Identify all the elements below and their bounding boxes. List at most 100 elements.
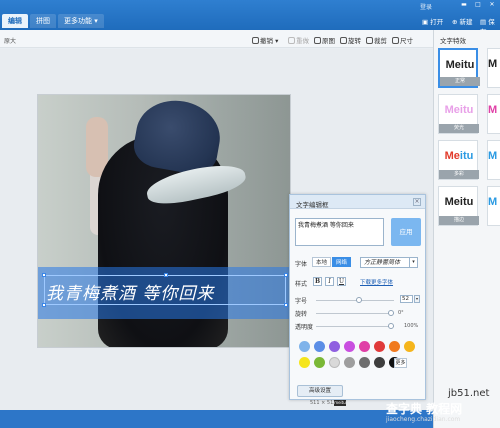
color-swatch[interactable]	[299, 357, 310, 368]
rotate-handle[interactable]	[164, 273, 168, 277]
bold-button[interactable]: B	[313, 277, 322, 286]
overlay-text[interactable]: 我青梅煮酒 等你回来	[46, 279, 286, 304]
advanced-settings-button[interactable]: 高级设置	[297, 385, 343, 397]
style-label: 样式	[295, 281, 308, 288]
effect-logo: M	[488, 58, 498, 70]
effect-logo: Meitu	[444, 104, 474, 116]
italic-button[interactable]: I	[325, 277, 334, 286]
chevron-down-icon[interactable]: ▾	[414, 295, 420, 303]
redo-icon	[288, 37, 295, 44]
maximize-icon[interactable]: □	[474, 2, 482, 8]
brand-tag: meitu	[334, 399, 346, 406]
color-swatch[interactable]	[329, 357, 340, 368]
redo-label: 重做	[296, 37, 309, 45]
effect-partial-4[interactable]: M	[487, 186, 500, 226]
close-window-icon[interactable]: ✕	[488, 2, 496, 8]
rotate-label: 旋转	[348, 37, 361, 45]
color-swatch[interactable]	[374, 357, 385, 368]
color-swatch[interactable]	[359, 357, 370, 368]
slider-knob[interactable]	[388, 310, 394, 316]
color-swatch[interactable]	[329, 341, 340, 352]
chevron-down-icon: ▾	[409, 258, 417, 267]
effect-outline[interactable]: Meitu 描边	[438, 186, 479, 226]
effect-colorful[interactable]: Meitu 多彩	[438, 140, 479, 180]
opacity-slider[interactable]	[316, 323, 394, 329]
rotate-icon	[340, 37, 347, 44]
font-size-label: 字号	[295, 298, 308, 305]
plus-icon: ⊕	[452, 18, 458, 26]
color-swatch[interactable]	[344, 357, 355, 368]
color-swatch[interactable]	[314, 341, 325, 352]
effect-logo: M	[488, 150, 498, 162]
color-swatch[interactable]	[404, 341, 415, 352]
font-label: 字体	[295, 261, 308, 268]
undo-icon	[252, 37, 259, 44]
rotation-label: 旋转	[295, 311, 308, 318]
color-swatch[interactable]	[299, 341, 310, 352]
rotate-button[interactable]: 旋转	[340, 35, 361, 45]
color-swatch[interactable]	[359, 341, 370, 352]
open-button[interactable]: ▣ 打开	[422, 16, 443, 26]
font-tab-online[interactable]: 网络	[332, 257, 352, 267]
effect-glow[interactable]: Meitu 荧光	[438, 94, 479, 134]
crop-button[interactable]: 裁剪	[366, 35, 387, 45]
effect-label: 荧光	[439, 124, 479, 133]
new-button[interactable]: ⊕ 新建	[452, 16, 473, 26]
bottom-bar	[0, 410, 433, 428]
undo-label: 撤销 ▾	[260, 37, 279, 45]
font-select[interactable]: 方正静蕾简体 ▾	[360, 257, 418, 268]
login-link[interactable]: 登录	[420, 2, 432, 11]
resize-button[interactable]: 尺寸	[392, 35, 413, 45]
crop-label: 裁剪	[374, 37, 387, 45]
tab-edit[interactable]: 编辑	[2, 14, 28, 28]
effect-logo: Meitu	[445, 59, 475, 71]
download-fonts-link[interactable]: 下载更多字体	[360, 278, 393, 286]
save-icon: ▤	[480, 18, 487, 26]
rotation-slider[interactable]	[316, 310, 394, 316]
color-swatch[interactable]	[344, 341, 355, 352]
text-content-input[interactable]: 我青梅煮酒 等你回来	[295, 218, 384, 246]
dialog-header[interactable]: 文字编辑框 ×	[290, 195, 425, 209]
color-swatch[interactable]	[314, 357, 325, 368]
zoom-level[interactable]: 原大	[4, 36, 16, 45]
font-select-value: 方正静蕾简体	[364, 259, 401, 266]
close-icon[interactable]: ×	[413, 198, 421, 206]
opacity-label: 透明度	[295, 324, 314, 331]
apply-button[interactable]: 应用	[391, 218, 421, 246]
resize-handle-tr[interactable]	[284, 273, 288, 277]
effect-normal[interactable]: Meitu 正常	[438, 48, 480, 88]
font-size-input[interactable]: 52	[400, 295, 413, 303]
slider-knob[interactable]	[356, 297, 362, 303]
effect-logo: Meitu	[444, 150, 474, 162]
redo-button[interactable]: 重做	[288, 35, 309, 45]
image-size-info: 511 × 512	[310, 400, 337, 406]
original-image-icon	[314, 37, 321, 44]
open-label: 打开	[430, 18, 444, 26]
minimize-icon[interactable]: ▬	[460, 2, 468, 8]
effect-label: 描边	[439, 216, 479, 225]
color-swatch[interactable]	[389, 341, 400, 352]
effect-partial-2[interactable]: M	[487, 94, 500, 134]
font-size-slider[interactable]	[316, 297, 394, 303]
effect-partial-3[interactable]: M	[487, 140, 500, 180]
original-button[interactable]: 原图	[314, 35, 335, 45]
effect-partial-1[interactable]: M	[487, 48, 500, 88]
slider-knob[interactable]	[388, 323, 394, 329]
color-swatch[interactable]	[374, 341, 385, 352]
underline-button[interactable]: U	[337, 277, 346, 286]
watermark-title: 查字典 教程网	[386, 402, 463, 416]
more-colors-button[interactable]: 更多	[394, 358, 407, 368]
size-label: 尺寸	[400, 37, 413, 45]
edit-toolbar: 原大 撤销 ▾ 重做 原图 旋转 裁剪 尺寸	[0, 30, 433, 48]
effect-logo: M	[488, 104, 498, 116]
tab-collage[interactable]: 拼图	[30, 14, 56, 28]
resize-handle-tl[interactable]	[42, 273, 46, 277]
undo-button[interactable]: 撤销 ▾	[252, 35, 278, 45]
text-effects-panel: 文字特效 Meitu 正常 M Meitu 荧光 M Meitu 多彩 M Me…	[433, 30, 500, 428]
text-editor-dialog: 文字编辑框 × 我青梅煮酒 等你回来 应用 字体 本地 网络 方正静蕾简体 ▾ …	[289, 194, 426, 400]
tab-more-features[interactable]: 更多功能 ▾	[58, 14, 104, 28]
edited-photo[interactable]: 我青梅煮酒 等你回来	[37, 94, 291, 348]
crop-icon	[366, 37, 373, 44]
font-tab-local[interactable]: 本地	[312, 257, 332, 267]
watermark-site: jb51.net	[448, 388, 490, 399]
